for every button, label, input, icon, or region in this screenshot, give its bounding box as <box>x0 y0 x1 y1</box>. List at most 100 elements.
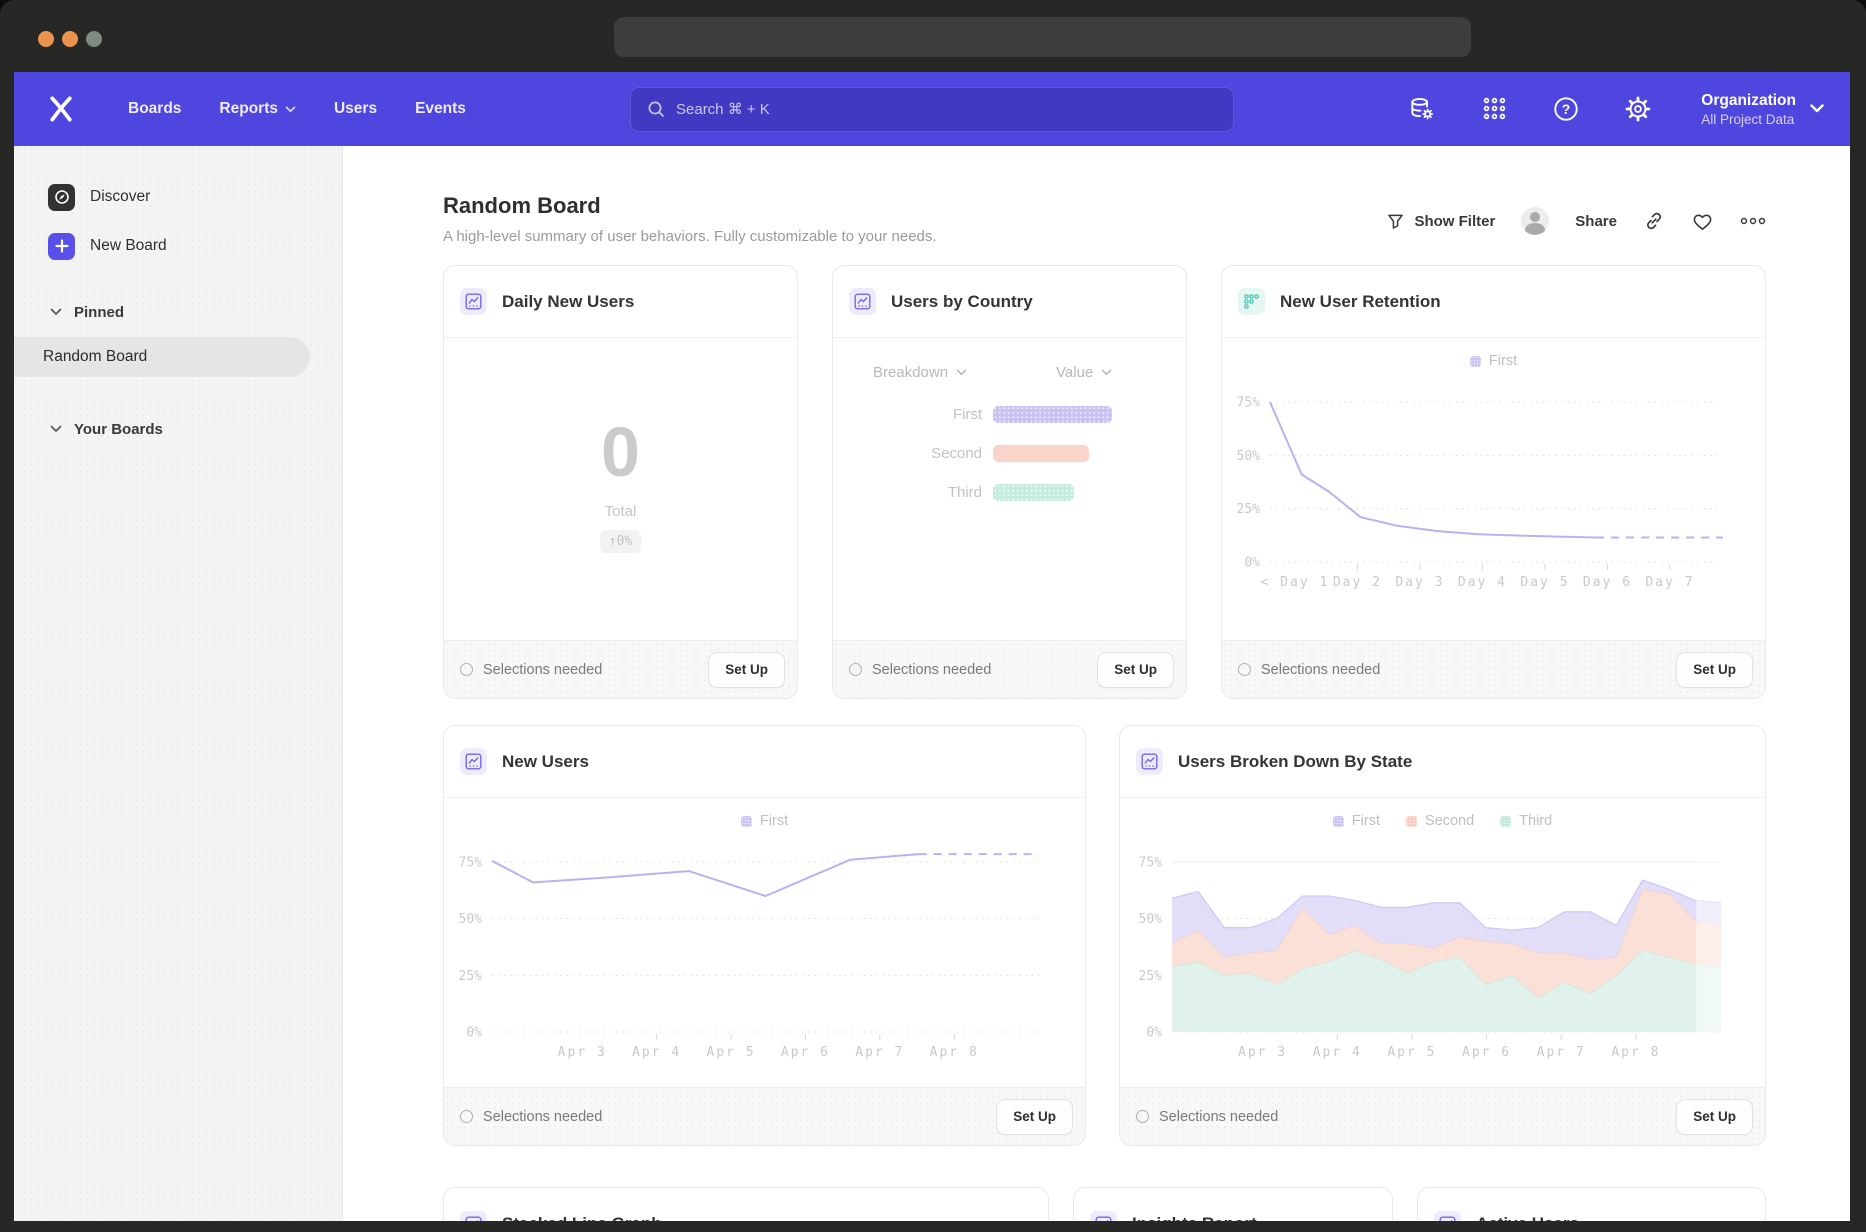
svg-text:25%: 25% <box>1139 969 1163 984</box>
card-daily-new-users: Daily New Users 0 Total ↑0% Selections n… <box>443 265 798 699</box>
settings-button[interactable] <box>1623 94 1653 124</box>
svg-text:?: ? <box>1562 101 1571 117</box>
board-content: Random Board A high-level summary of use… <box>343 146 1850 1232</box>
set-up-button[interactable]: Set Up <box>708 652 785 688</box>
legend-swatch <box>1406 816 1417 827</box>
nav-link-reports[interactable]: Reports <box>219 100 296 118</box>
card-footer: Selections needed Set Up <box>1222 640 1765 698</box>
status-text: Selections needed <box>872 662 991 678</box>
value-column[interactable]: Value <box>1056 364 1112 381</box>
value-bar <box>993 445 1089 462</box>
sidebar-item-random-board[interactable]: Random Board <box>14 337 310 377</box>
avatar[interactable] <box>1521 207 1549 235</box>
set-up-button[interactable]: Set Up <box>996 1099 1073 1135</box>
org-switcher[interactable]: Organization All Project Data <box>1701 91 1824 127</box>
chart-legend: First <box>1222 350 1765 372</box>
bar-row-third[interactable]: Third <box>833 483 1186 501</box>
help-button[interactable]: ? <box>1551 94 1581 124</box>
sidebar-item-label: Random Board <box>43 348 147 366</box>
card-footer: Selections needed Set Up <box>1120 1087 1765 1145</box>
favorite-heart-icon[interactable] <box>1691 211 1714 232</box>
svg-text:0%: 0% <box>1244 556 1260 571</box>
svg-text:Day 7: Day 7 <box>1645 575 1694 590</box>
nav-link-events[interactable]: Events <box>415 100 466 118</box>
chart-legend: First <box>444 810 1085 832</box>
mixpanel-logo[interactable] <box>46 94 76 124</box>
settings-gear-icon <box>1624 95 1652 123</box>
breakdown-column[interactable]: Breakdown <box>873 364 1056 381</box>
org-name: Organization <box>1701 91 1796 112</box>
chart-legend: FirstSecondThird <box>1120 810 1765 832</box>
database-gear-icon <box>1409 96 1435 122</box>
share-button[interactable]: Share <box>1575 213 1617 230</box>
sidebar-item-label: Discover <box>90 188 150 206</box>
legend-swatch <box>1470 356 1481 367</box>
sidebar-item-new-board[interactable]: New Board <box>14 232 342 260</box>
svg-text:Day 3: Day 3 <box>1395 575 1444 590</box>
retention-grid-icon <box>1238 288 1265 315</box>
more-options-icon[interactable] <box>1740 217 1766 225</box>
apps-grid-button[interactable] <box>1479 94 1509 124</box>
help-icon: ? <box>1552 95 1580 123</box>
svg-text:Apr 8: Apr 8 <box>1611 1045 1660 1060</box>
card-users-by-country: Users by Country Breakdown Value <box>832 265 1187 699</box>
sidebar-section-pinned[interactable]: Pinned <box>14 300 342 324</box>
card-title: Daily New Users <box>502 292 634 312</box>
status-circle-icon <box>460 1110 473 1123</box>
svg-text:Apr 3: Apr 3 <box>558 1045 607 1060</box>
org-project: All Project Data <box>1701 112 1796 127</box>
svg-text:50%: 50% <box>1139 912 1163 927</box>
bar-row-second[interactable]: Second <box>833 444 1186 462</box>
plus-icon <box>48 233 75 260</box>
status-text: Selections needed <box>1159 1109 1278 1125</box>
sidebar-section-label: Your Boards <box>74 421 163 438</box>
legend-item-first: First <box>741 813 788 829</box>
legend-item-first: First <box>1333 813 1380 829</box>
metric-delta-badge: ↑0% <box>600 530 641 553</box>
nav-link-users[interactable]: Users <box>334 100 377 118</box>
show-filter-button[interactable]: Show Filter <box>1386 212 1495 231</box>
traffic-light-1[interactable] <box>62 31 78 47</box>
svg-text:Day 2: Day 2 <box>1333 575 1382 590</box>
retention-line-chart: 75%50%25%0%< Day 1Day 2Day 3Day 4Day 5Da… <box>1222 372 1735 612</box>
set-up-button[interactable]: Set Up <box>1097 652 1174 688</box>
nav-link-boards[interactable]: Boards <box>128 100 181 118</box>
traffic-light-0[interactable] <box>38 31 54 47</box>
svg-text:Apr 8: Apr 8 <box>930 1045 979 1060</box>
data-management-button[interactable] <box>1407 94 1437 124</box>
svg-text:Apr 7: Apr 7 <box>1537 1045 1586 1060</box>
card-title: Users by Country <box>891 292 1033 312</box>
legend-swatch <box>741 816 752 827</box>
state-area-chart: 75%50%25%0%Apr 3Apr 4Apr 5Apr 6Apr 7Apr … <box>1120 832 1735 1082</box>
card-footer: Selections needed Set Up <box>444 1087 1085 1145</box>
svg-text:Apr 6: Apr 6 <box>1462 1045 1511 1060</box>
bar-row-first[interactable]: First <box>833 405 1186 423</box>
svg-text:0%: 0% <box>466 1026 482 1041</box>
search-input[interactable]: Search ⌘ + K <box>630 87 1234 132</box>
bar-rows: First Second Third <box>833 405 1186 501</box>
svg-text:Day 6: Day 6 <box>1583 575 1632 590</box>
nav-links: Boards Reports Users Events <box>128 100 466 118</box>
sidebar-item-discover[interactable]: Discover <box>14 183 342 211</box>
status-circle-icon <box>849 663 862 676</box>
set-up-button[interactable]: Set Up <box>1676 652 1753 688</box>
svg-text:Day 5: Day 5 <box>1520 575 1569 590</box>
nav-actions: ? Organization All P <box>1407 91 1824 127</box>
chevron-down-icon <box>285 106 296 113</box>
set-up-button[interactable]: Set Up <box>1676 1099 1753 1135</box>
line-chart-icon <box>460 288 487 315</box>
top-nav: Boards Reports Users Events Search ⌘ + K <box>14 72 1850 146</box>
value-bar <box>993 484 1074 501</box>
svg-text:75%: 75% <box>459 856 483 871</box>
copy-link-icon[interactable] <box>1643 210 1665 232</box>
sidebar-section-your-boards[interactable]: Your Boards <box>14 417 342 441</box>
svg-text:Apr 5: Apr 5 <box>1387 1045 1436 1060</box>
window-bottom-frame <box>0 1221 1866 1232</box>
compass-icon <box>48 184 75 211</box>
traffic-light-2[interactable] <box>86 31 102 47</box>
bar-label: Second <box>833 445 993 462</box>
address-bar[interactable] <box>614 17 1471 57</box>
status-circle-icon <box>1238 663 1251 676</box>
search-icon <box>647 100 665 118</box>
status-text: Selections needed <box>483 1109 602 1125</box>
